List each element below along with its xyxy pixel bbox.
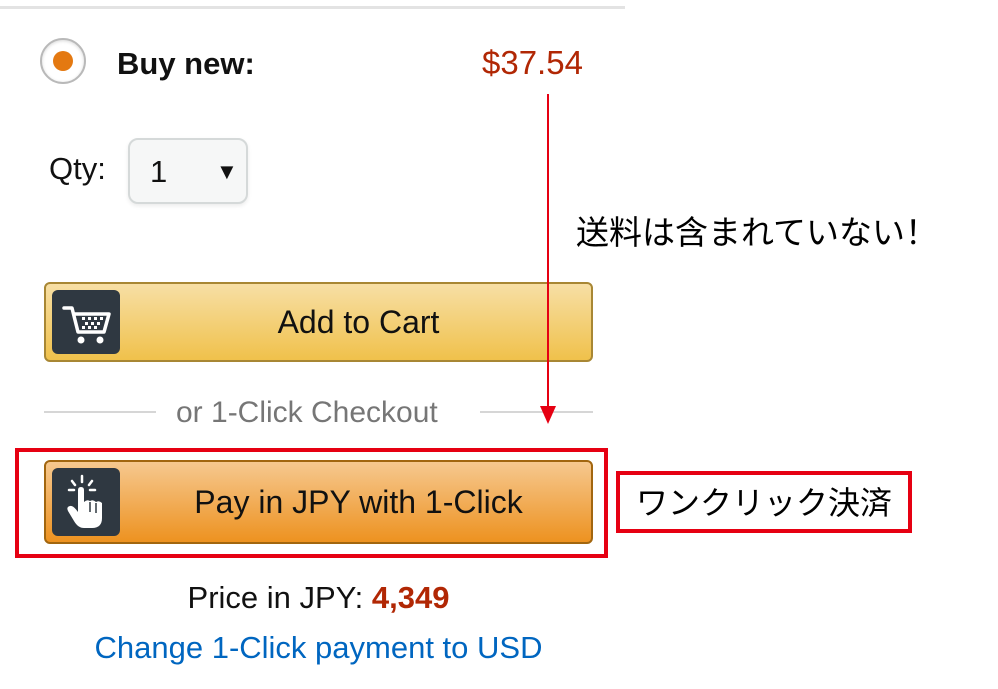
buy-new-label: Buy new: (117, 46, 255, 81)
radio-selected-dot (53, 51, 73, 71)
buy-new-price: $37.54 (482, 44, 583, 81)
jpy-price-label: Price in JPY: (187, 580, 372, 615)
shipping-note-annotation: 送料は含まれていない！ (576, 214, 939, 251)
one-click-annotation-box: ワンクリック決済 (616, 471, 912, 533)
cart-icon (52, 290, 120, 354)
one-click-highlight-box (15, 448, 608, 558)
jpy-price-amount: 4,349 (371, 580, 450, 615)
or-divider-left (44, 411, 156, 413)
one-click-checkout-divider-text: or 1-Click Checkout (176, 396, 438, 429)
quantity-label: Qty: (49, 151, 106, 186)
annotation-arrow-head (540, 406, 556, 424)
buy-new-radio[interactable] (40, 38, 86, 84)
add-to-cart-button[interactable]: Add to Cart (44, 282, 593, 362)
add-to-cart-label: Add to Cart (277, 304, 440, 340)
top-divider (0, 6, 625, 9)
or-divider-right (480, 411, 593, 413)
quantity-value: 1 (150, 154, 168, 189)
quantity-dropdown[interactable]: 1 ▼ (128, 138, 248, 204)
change-payment-currency-link[interactable]: Change 1-Click payment to USD (0, 628, 637, 668)
one-click-annotation-text: ワンクリック決済 (635, 485, 892, 521)
annotation-arrow-line (547, 94, 549, 412)
jpy-price-line: Price in JPY: 4,349 (0, 578, 637, 618)
dropdown-caret-icon: ▼ (216, 159, 238, 184)
